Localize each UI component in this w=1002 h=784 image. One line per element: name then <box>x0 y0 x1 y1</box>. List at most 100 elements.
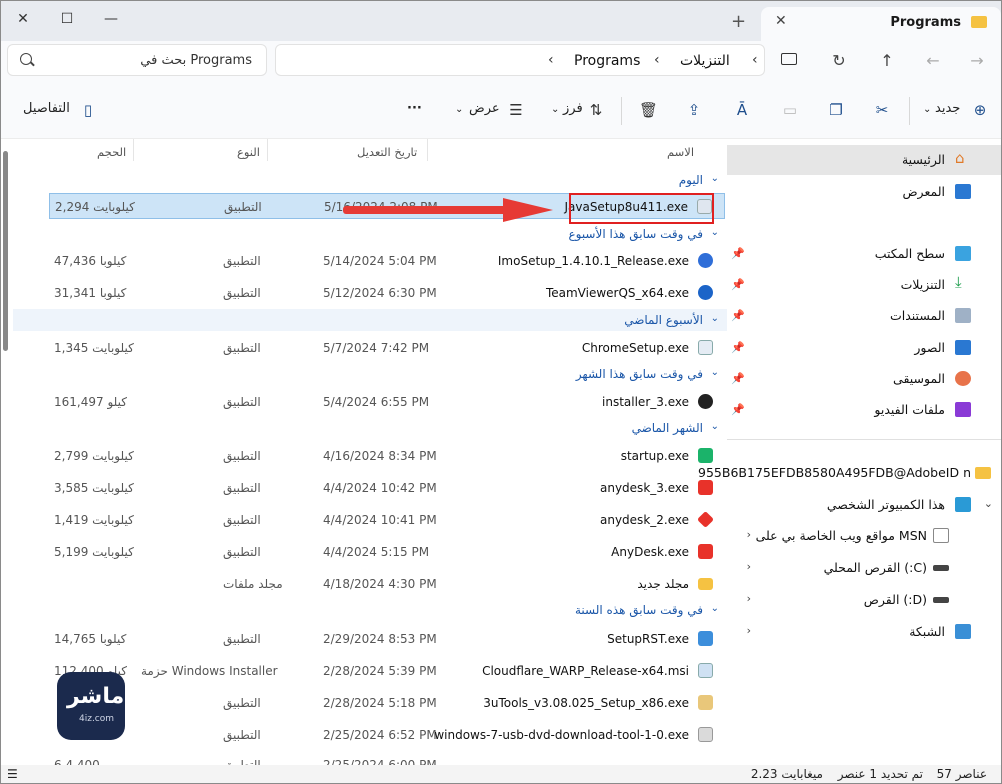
chevron-down-icon[interactable]: ⌄ <box>984 497 993 510</box>
group-header-last-week[interactable]: الأسبوع الماضي <box>624 313 703 327</box>
file-type: التطبيق <box>223 286 261 300</box>
sidebar-item-downloads[interactable]: 📌 التنزيلات ⤓ <box>727 270 1001 300</box>
navigation-pane: الرئيسية ⌂ المعرض 📌 سطح المكتب 📌 التنزيل… <box>698 139 1001 769</box>
this-pc-icon[interactable] <box>781 53 797 65</box>
search-input[interactable]: بحث في Programs <box>7 44 267 76</box>
drive-icon <box>933 597 949 603</box>
chevron-down-icon: ⌄ <box>710 227 719 238</box>
sidebar-item-pictures[interactable]: 📌 الصور <box>727 333 1001 363</box>
group-header-earlier-week[interactable]: في وقت سابق هذا الأسبوع <box>568 227 703 241</box>
chevron-right-icon[interactable]: › <box>747 528 751 541</box>
sidebar-item-drive-d[interactable]: › القرص (:D) <box>727 585 1001 615</box>
chevron-down-icon: ⌄ <box>710 173 719 184</box>
file-row[interactable]: 2,799 كيلوبايت التطبيق 4/16/2024 8:34 PM… <box>49 443 725 469</box>
file-date: 2/29/2024 8:53 PM <box>323 632 437 646</box>
more-options-button[interactable]: ··· <box>407 101 422 116</box>
group-header-last-month[interactable]: الشهر الماضي <box>632 421 703 435</box>
sidebar-item-home[interactable]: الرئيسية ⌂ <box>727 145 1001 175</box>
copy-icon[interactable]: ❐ <box>827 101 845 119</box>
address-bar[interactable]: ‹ Programs ‹ التنزيلات ‹ <box>275 44 765 76</box>
watermark-subtext: 4iz.com <box>79 714 115 724</box>
new-button[interactable]: جديد <box>935 101 960 116</box>
sidebar-item-gallery[interactable]: المعرض <box>727 177 1001 207</box>
maximize-window-icon[interactable]: ☐ <box>53 7 81 31</box>
file-row[interactable]: 5,199 كيلوبايت التطبيق 4/4/2024 5:15 PM … <box>49 539 725 565</box>
chevron-right-icon[interactable]: › <box>747 624 751 637</box>
chevron-left-icon: ‹ <box>752 52 758 68</box>
gallery-icon <box>955 184 971 199</box>
file-icon <box>933 528 949 543</box>
paste-icon[interactable]: ▭ <box>781 101 799 119</box>
chevron-right-icon[interactable]: › <box>747 592 751 605</box>
documents-icon <box>955 308 971 323</box>
sidebar-item-drive-c[interactable]: › القرص المحلي (:C) <box>727 553 1001 583</box>
chevron-right-icon[interactable]: › <box>747 560 751 573</box>
teamviewer-icon <box>698 285 713 300</box>
file-size: 2,294 كيلوبايت <box>55 200 135 214</box>
pin-icon[interactable]: 📌 <box>731 372 745 385</box>
details-pane-icon[interactable]: ▯ <box>79 101 97 119</box>
breadcrumb-downloads[interactable]: التنزيلات <box>680 53 730 69</box>
column-size[interactable]: الحجم <box>97 145 126 159</box>
minimize-window-icon[interactable]: — <box>97 7 125 31</box>
sidebar-item-msn[interactable]: › مواقع ويب الخاصة بي على MSN <box>727 521 1001 551</box>
back-arrow-icon[interactable]: → <box>967 51 987 70</box>
pin-icon[interactable]: 📌 <box>731 403 745 416</box>
file-name: installer_3.exe <box>602 395 689 409</box>
sidebar-item-documents[interactable]: 📌 المستندات <box>727 301 1001 331</box>
group-header-earlier-month[interactable]: في وقت سابق هذا الشهر <box>576 367 703 381</box>
pin-icon[interactable]: 📌 <box>731 341 745 354</box>
view-icon: ☰ <box>509 101 523 119</box>
column-name[interactable]: الاسم <box>667 145 694 159</box>
column-divider <box>427 139 428 161</box>
tab-close-icon[interactable]: ✕ <box>775 13 787 29</box>
file-row[interactable]: 14,765 كيلوبا التطبيق 2/29/2024 8:53 PM … <box>49 626 725 652</box>
column-type[interactable]: النوع <box>237 145 260 159</box>
delete-icon[interactable]: 🗑 <box>639 101 658 119</box>
share-icon[interactable]: ⇪ <box>685 101 703 119</box>
close-window-icon[interactable]: ✕ <box>9 7 37 31</box>
pin-icon[interactable]: 📌 <box>731 309 745 322</box>
group-header-today[interactable]: اليوم <box>679 173 703 187</box>
file-type: مجلد ملفات <box>223 577 283 591</box>
details-button[interactable]: التفاصيل <box>23 101 70 116</box>
file-row[interactable]: 1,345 كيلوبايت التطبيق 5/7/2024 7:42 PM … <box>49 335 725 361</box>
list-view-icon[interactable]: ☰ <box>7 767 18 781</box>
tab-programs[interactable]: ✕ Programs <box>761 7 1001 41</box>
file-row[interactable]: 47,436 كيلوبا التطبيق 5/14/2024 5:04 PM … <box>49 248 725 274</box>
group-header-earlier-year[interactable]: في وقت سابق هذه السنة <box>575 603 703 617</box>
file-row[interactable]: التطبيق 2/28/2024 5:18 PM 3uTools_v3.08.… <box>49 690 725 716</box>
sort-button[interactable]: فرز <box>563 101 583 116</box>
sidebar-item-music[interactable]: 📌 الموسيقى <box>727 364 1001 394</box>
file-date: 2/25/2024 6:52 PM <box>323 728 437 742</box>
forward-arrow-icon[interactable]: ← <box>923 51 943 70</box>
sidebar-item-videos[interactable]: 📌 ملفات الفيديو <box>727 395 1001 425</box>
file-row[interactable]: التطبيق 2/25/2024 6:52 PM windows-7-usb-… <box>49 722 725 748</box>
file-row[interactable]: 1,419 كيلوبايت التطبيق 4/4/2024 10:41 PM… <box>49 507 725 533</box>
cut-icon[interactable]: ✂ <box>873 101 891 119</box>
up-arrow-icon[interactable]: ↑ <box>877 51 897 70</box>
file-date: 4/16/2024 8:34 PM <box>323 449 437 463</box>
breadcrumb-programs[interactable]: Programs <box>574 53 640 69</box>
pin-icon[interactable]: 📌 <box>731 247 745 260</box>
file-row[interactable]: 112,400 كيلو حزمة Windows Installer 2/28… <box>49 658 725 684</box>
view-button[interactable]: عرض <box>469 101 500 116</box>
file-row[interactable]: 31,341 كيلوبا التطبيق 5/12/2024 6:30 PM … <box>49 280 725 306</box>
sidebar-item-desktop[interactable]: 📌 سطح المكتب <box>727 239 1001 269</box>
file-row[interactable]: مجلد ملفات 4/18/2024 4:30 PM مجلد جديد <box>49 571 725 597</box>
sidebar-label: 955B6B175EFDB8580A495FDB@AdobeID n <box>698 465 971 480</box>
scrollbar[interactable] <box>3 151 8 351</box>
file-row[interactable]: 161,497 كيلو التطبيق 5/4/2024 6:55 PM in… <box>49 389 725 415</box>
pin-icon[interactable]: 📌 <box>731 278 745 291</box>
sidebar-item-network[interactable]: › الشبكة <box>727 617 1001 647</box>
rename-icon[interactable]: Ā <box>733 101 751 119</box>
refresh-icon[interactable]: ↻ <box>829 51 849 70</box>
column-date[interactable]: تاريخ التعديل <box>357 145 417 159</box>
status-selected: تم تحديد 1 عنصر <box>837 767 923 781</box>
file-row[interactable]: 3,585 كيلوبايت التطبيق 4/4/2024 10:42 PM… <box>49 475 725 501</box>
file-name: anydesk_2.exe <box>600 513 689 527</box>
new-tab-button[interactable]: + <box>731 11 746 32</box>
sidebar-item-adobe[interactable]: 955B6B175EFDB8580A495FDB@AdobeID n <box>698 458 1001 488</box>
sidebar-item-this-pc[interactable]: ⌄ هذا الكمبيوتر الشخصي <box>727 490 1001 520</box>
file-type: التطبيق <box>223 341 261 355</box>
